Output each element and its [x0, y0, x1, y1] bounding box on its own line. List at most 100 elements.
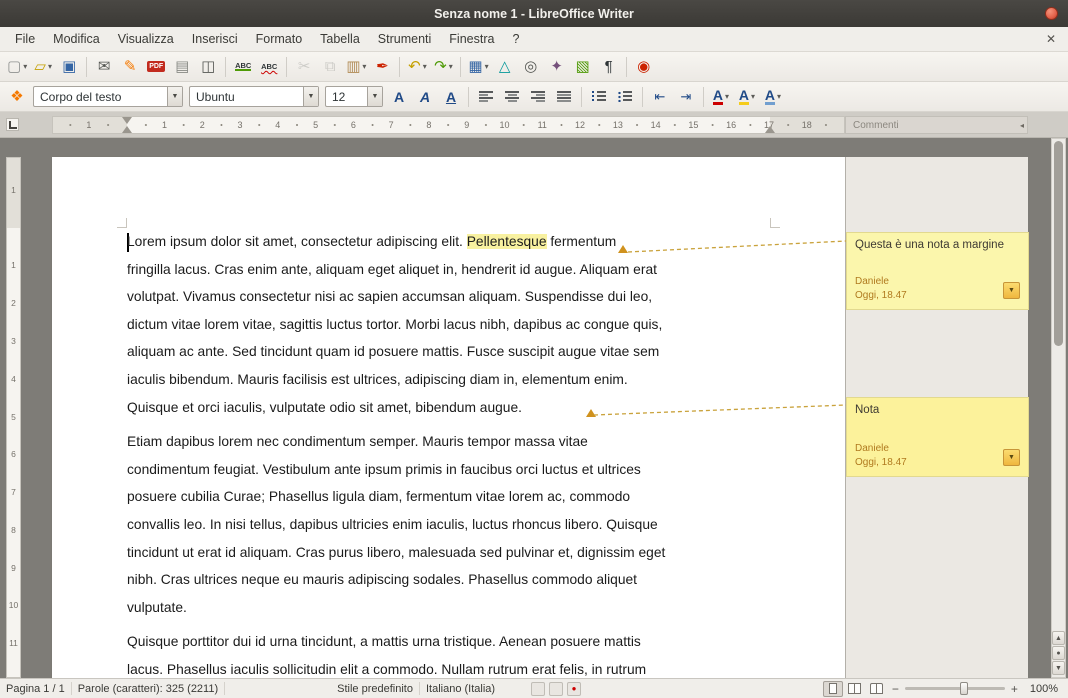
toolbar-icon: ▢ — [7, 59, 21, 74]
collapse-comments-icon[interactable]: ◂ — [1020, 121, 1024, 130]
copy-button[interactable]: ⧉ — [318, 55, 342, 79]
navigate-by-button[interactable]: ● — [1052, 646, 1065, 660]
show-draw-functions-button[interactable]: △ — [493, 55, 517, 79]
font-size-combo[interactable]: 12 ▼ — [325, 86, 383, 107]
increase-indent-button[interactable]: ⇥ — [674, 85, 698, 109]
comment-note[interactable]: Questa è una nota a margine Daniele Oggi… — [846, 232, 1029, 310]
book-view-button[interactable] — [867, 681, 887, 697]
save-button[interactable]: ▣ — [57, 55, 81, 79]
gallery-button[interactable]: ▧ — [571, 55, 595, 79]
navigation-button[interactable]: ◉ — [632, 55, 656, 79]
zoom-slider[interactable] — [905, 687, 1005, 690]
comment-menu-button[interactable]: ▼ — [1003, 449, 1020, 466]
numbered-list-button[interactable] — [587, 85, 611, 109]
print-preview-button[interactable]: ◫ — [196, 55, 220, 79]
auto-spellcheck-button[interactable]: ABC — [257, 55, 281, 79]
chevron-down-icon[interactable]: ▼ — [167, 87, 182, 106]
single-page-icon — [829, 683, 837, 694]
spelling-button[interactable]: ABC — [231, 55, 255, 79]
multi-page-view-button[interactable] — [845, 681, 865, 697]
close-window-button[interactable] — [1045, 7, 1058, 20]
menu-item[interactable]: Formato — [247, 27, 312, 51]
document-text[interactable]: Lorem ipsum dolor sit amet, consectetur … — [127, 228, 770, 678]
align-center-button[interactable] — [500, 85, 524, 109]
zoom-slider-thumb[interactable] — [960, 682, 968, 695]
insert-mode-button[interactable] — [531, 682, 545, 696]
formatting-marks-button[interactable]: ¶ — [597, 55, 621, 79]
menu-item[interactable]: Finestra — [440, 27, 503, 51]
text-line: vulputate. — [127, 594, 770, 622]
zoom-level[interactable]: 100% — [1030, 683, 1058, 695]
scrollbar-thumb[interactable] — [1054, 141, 1063, 346]
comment-anchor-highlight[interactable]: Pellentesque — [467, 234, 547, 249]
paragraph-style-combo[interactable]: Corpo del testo ▼ — [33, 86, 183, 107]
menu-item[interactable]: File — [6, 27, 44, 51]
menu-item[interactable]: ? — [503, 27, 528, 51]
toolbar-icon: ▦ — [468, 59, 482, 74]
chevron-down-icon[interactable]: ▼ — [367, 87, 382, 106]
edit-file-button[interactable]: ✎ — [118, 55, 142, 79]
toolbar-separator — [468, 87, 469, 107]
chevron-down-icon[interactable]: ▼ — [303, 87, 318, 106]
undo-button[interactable]: ↶▾ — [405, 55, 429, 79]
horizontal-ruler[interactable]: 1123456789101112131415161718 — [52, 116, 845, 134]
next-page-button[interactable]: ▼ — [1052, 661, 1065, 675]
right-indent-marker[interactable] — [765, 126, 775, 133]
cut-button[interactable]: ✂ — [292, 55, 316, 79]
tab-stop-selector[interactable] — [6, 118, 19, 131]
font-name-combo[interactable]: Ubuntu ▼ — [189, 86, 319, 107]
ruler-number: 3 — [221, 116, 259, 134]
background-color-button[interactable]: A▾ — [761, 85, 785, 109]
vertical-scrollbar[interactable]: ▲ ● ▼ — [1051, 138, 1066, 678]
document-modified-button[interactable]: ● — [567, 682, 581, 696]
vertical-ruler[interactable]: 11234567891011 — [6, 157, 21, 678]
page-number-status[interactable]: Pagina 1 / 1 — [6, 683, 65, 695]
clone-formatting-button[interactable]: ✒ — [370, 55, 394, 79]
menu-item[interactable]: Visualizza — [109, 27, 183, 51]
zoom-out-button[interactable]: − — [888, 682, 903, 696]
comments-ruler-button[interactable]: Commenti ◂ — [845, 116, 1028, 134]
language-status[interactable]: Italiano (Italia) — [426, 683, 495, 695]
menu-item[interactable]: Inserisci — [183, 27, 247, 51]
find-replace-button[interactable]: ◎ — [519, 55, 543, 79]
export-pdf-button[interactable]: PDF — [144, 55, 168, 79]
open-button[interactable]: ▱▾ — [31, 55, 55, 79]
styles-and-formatting-button[interactable]: ❖ — [5, 85, 29, 109]
comment-note[interactable]: Nota Daniele Oggi, 18.47 ▼ — [846, 397, 1029, 477]
page-style-status[interactable]: Stile predefinito — [337, 683, 413, 695]
print-button[interactable]: ▤ — [170, 55, 194, 79]
comment-anchor-icon — [586, 409, 596, 417]
highlighting-button[interactable]: A▾ — [735, 85, 759, 109]
italic-button[interactable]: A — [413, 85, 437, 109]
menu-item[interactable]: Strumenti — [369, 27, 441, 51]
bullet-list-button[interactable] — [613, 85, 637, 109]
chevron-down-icon: ▾ — [423, 62, 427, 71]
left-indent-marker[interactable] — [122, 126, 132, 133]
navigator-button[interactable]: ✦ — [545, 55, 569, 79]
chevron-down-icon: ▾ — [48, 62, 52, 71]
justify-button[interactable] — [552, 85, 576, 109]
first-line-indent-marker[interactable] — [122, 117, 132, 124]
email-button[interactable]: ✉ — [92, 55, 116, 79]
close-document-button[interactable]: ✕ — [1034, 32, 1068, 46]
zoom-in-button[interactable]: + — [1007, 682, 1022, 696]
menu-item[interactable]: Tabella — [311, 27, 369, 51]
bold-button[interactable]: A — [387, 85, 411, 109]
align-right-button[interactable] — [526, 85, 550, 109]
paste-button[interactable]: ▥▾ — [344, 55, 368, 79]
menu-item[interactable]: Modifica — [44, 27, 109, 51]
underline-button[interactable]: A — [439, 85, 463, 109]
comment-menu-button[interactable]: ▼ — [1003, 282, 1020, 299]
align-left-button[interactable] — [474, 85, 498, 109]
new-document-button[interactable]: ▢▾ — [5, 55, 29, 79]
single-page-view-button[interactable] — [823, 681, 843, 697]
insert-table-button[interactable]: ▦▾ — [466, 55, 490, 79]
redo-button[interactable]: ↷▾ — [431, 55, 455, 79]
document-page[interactable]: Lorem ipsum dolor sit amet, consectetur … — [52, 157, 845, 678]
selection-mode-button[interactable] — [549, 682, 563, 696]
font-color-button[interactable]: A▾ — [709, 85, 733, 109]
decrease-indent-button[interactable]: ⇤ — [648, 85, 672, 109]
toolbar-icon: A — [739, 88, 749, 105]
previous-page-button[interactable]: ▲ — [1052, 631, 1065, 645]
word-count-status[interactable]: Parole (caratteri): 325 (2211) — [78, 683, 218, 695]
